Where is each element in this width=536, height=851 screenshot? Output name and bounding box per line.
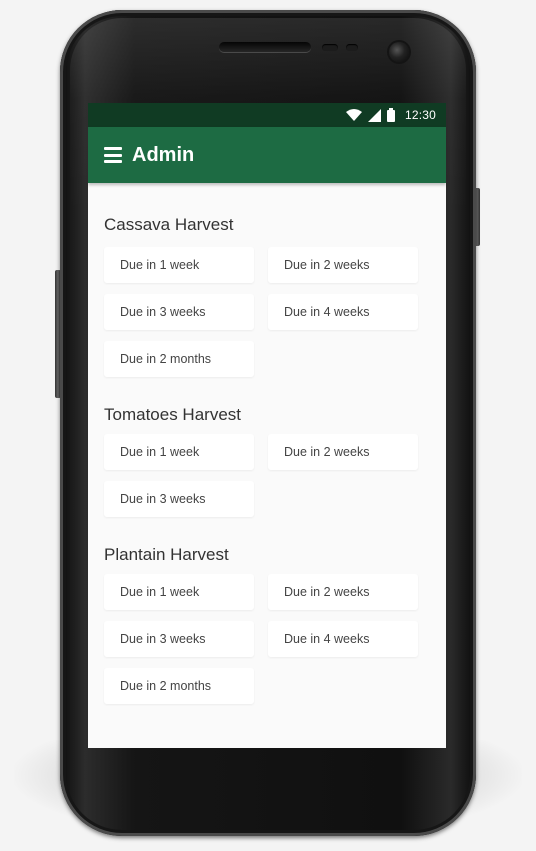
due-item-button[interactable]: Due in 2 weeks (268, 247, 418, 283)
page-title: Admin (132, 143, 195, 166)
due-item-button[interactable]: Due in 1 week (104, 574, 254, 610)
due-item-button[interactable]: Due in 2 weeks (268, 574, 418, 610)
due-item-button[interactable]: Due in 2 months (104, 668, 254, 704)
status-bar: 12:30 (88, 103, 446, 127)
due-item-button[interactable]: Due in 3 weeks (104, 294, 254, 330)
due-item-button[interactable]: Due in 3 weeks (104, 481, 254, 517)
due-item-button[interactable]: Due in 1 week (104, 434, 254, 470)
device-screen: 12:30 Admin Cassava Harvest Due in 1 wee… (88, 103, 446, 748)
harvest-section: Cassava Harvest Due in 1 week Due in 2 w… (104, 183, 430, 377)
due-item-button[interactable]: Due in 3 weeks (104, 621, 254, 657)
due-grid: Due in 1 week Due in 2 weeks Due in 3 we… (104, 574, 430, 704)
harvest-section: Tomatoes Harvest Due in 1 week Due in 2 … (104, 377, 430, 517)
section-title: Cassava Harvest (104, 215, 234, 234)
section-title: Tomatoes Harvest (104, 405, 241, 424)
app-bar: Admin (88, 127, 446, 183)
earpiece-speaker (219, 42, 311, 52)
section-title: Plantain Harvest (104, 545, 229, 564)
harvest-list: Cassava Harvest Due in 1 week Due in 2 w… (88, 183, 446, 704)
due-item-button[interactable]: Due in 2 weeks (268, 434, 418, 470)
battery-icon (386, 108, 395, 122)
due-item-button[interactable]: Due in 2 months (104, 341, 254, 377)
due-item-button[interactable]: Due in 4 weeks (268, 294, 418, 330)
due-grid: Due in 1 week Due in 2 weeks Due in 3 we… (104, 434, 430, 517)
status-time: 12:30 (404, 108, 436, 122)
wifi-icon (345, 109, 362, 121)
due-item-button[interactable]: Due in 4 weeks (268, 621, 418, 657)
light-sensor (346, 44, 358, 51)
harvest-section: Plantain Harvest Due in 1 week Due in 2 … (104, 517, 430, 704)
due-item-button[interactable]: Due in 1 week (104, 247, 254, 283)
front-camera-icon (389, 42, 409, 62)
hamburger-menu-icon[interactable] (104, 147, 122, 163)
cell-signal-icon (367, 108, 381, 122)
due-grid: Due in 1 week Due in 2 weeks Due in 3 we… (104, 247, 430, 377)
proximity-sensor (322, 44, 338, 51)
